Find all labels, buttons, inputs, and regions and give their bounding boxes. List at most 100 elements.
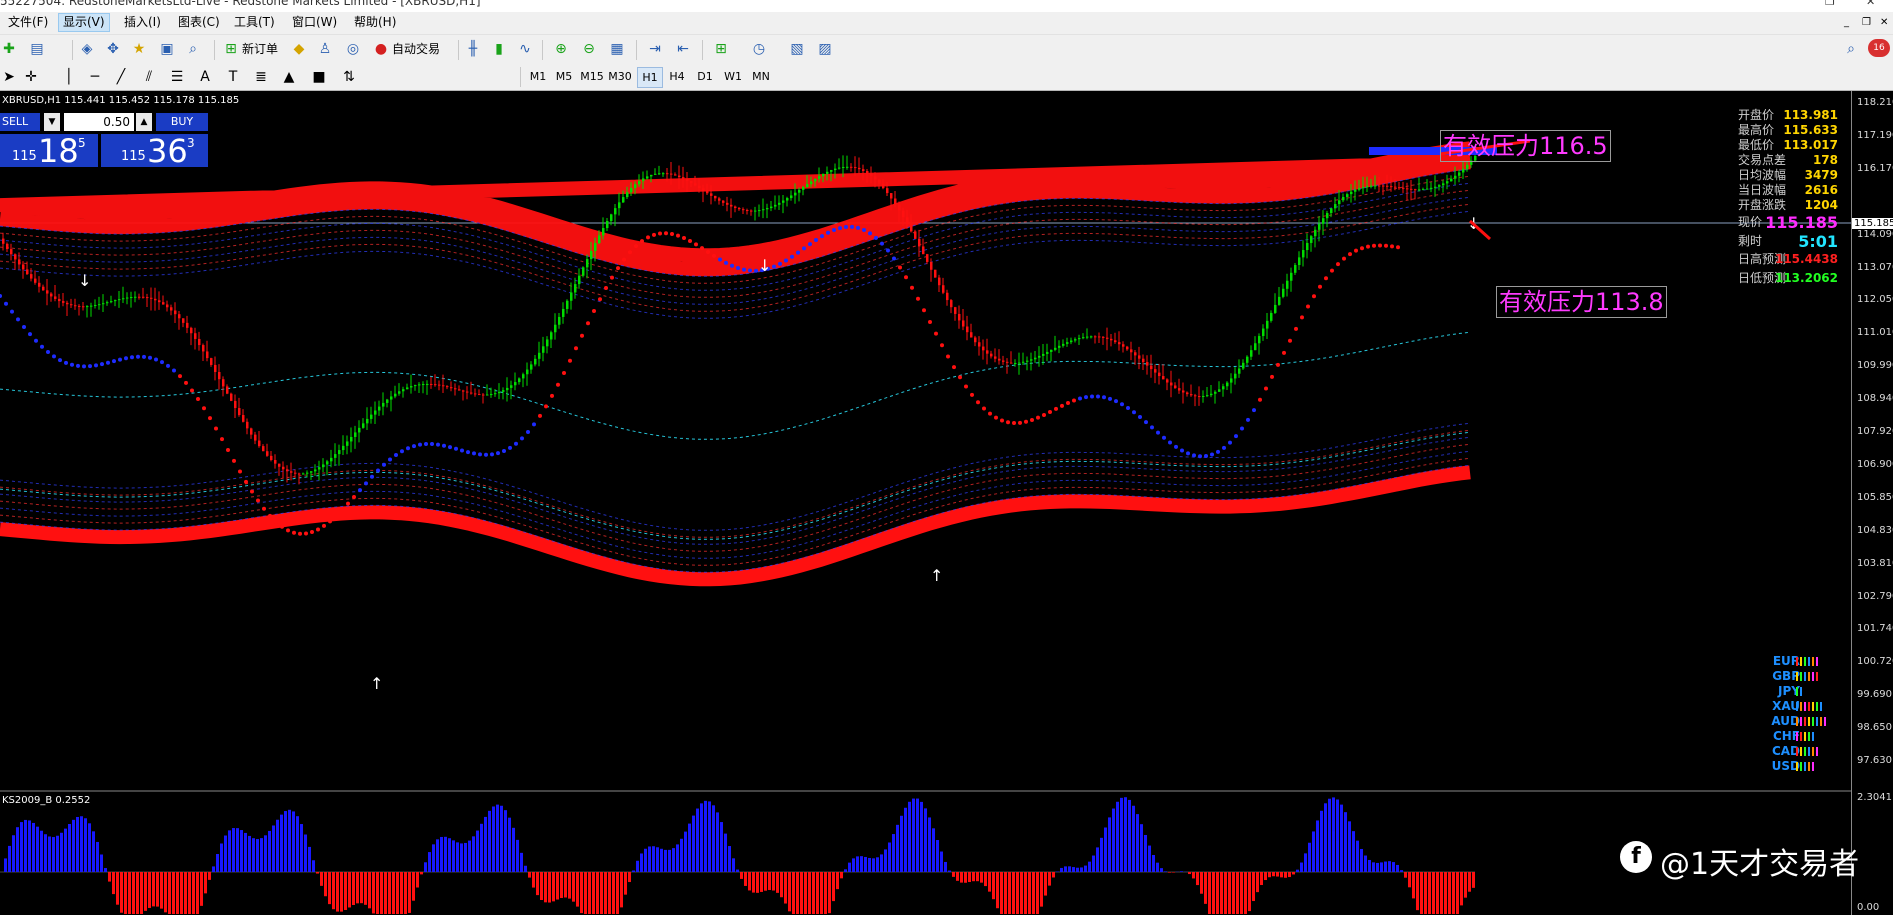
oscillator-bar-negative [984, 872, 987, 887]
templates-icon[interactable]: ▧ [788, 40, 806, 58]
line-chart-icon[interactable]: ∿ [516, 40, 534, 58]
zoom-in-icon[interactable]: ⊕ [552, 40, 570, 58]
buy-price-box[interactable]: 115 36 3 [101, 132, 208, 170]
zoom-out-icon[interactable]: ⊖ [580, 40, 598, 58]
fibonacci-icon[interactable]: ☰ [168, 68, 186, 86]
oscillator-bar-positive [948, 870, 951, 872]
lot-spinner-icon[interactable]: ▲ [136, 113, 152, 131]
triangle-icon[interactable]: ▲ [280, 68, 298, 86]
new-order-button[interactable]: 新订单 [242, 40, 278, 58]
autoscroll-icon[interactable]: ⇥ [646, 40, 664, 58]
timeframe-m5[interactable]: M5 [552, 67, 576, 86]
oscillator-bar-positive [500, 805, 503, 872]
chart-canvas[interactable]: ↓↑↓↑↓ [0, 91, 1851, 915]
trend-dot [586, 321, 590, 326]
tile-windows-icon[interactable]: ▦ [608, 40, 626, 58]
candle-body [326, 461, 329, 465]
candle-body [1198, 396, 1201, 398]
currency-label: EUR [1772, 654, 1800, 668]
fibo-fan-icon[interactable]: ≣ [252, 68, 270, 86]
crosshair-icon[interactable]: ✛ [22, 68, 40, 86]
candle-body [1406, 188, 1409, 190]
timeframe-w1[interactable]: W1 [721, 67, 745, 86]
text-label-icon[interactable]: T [224, 68, 242, 86]
timeframe-d1[interactable]: D1 [693, 67, 717, 86]
text-icon[interactable]: A [196, 68, 214, 86]
signal-arrow-icon: ↑ [370, 674, 383, 693]
timeframe-mn[interactable]: MN [749, 67, 773, 86]
timeframe-m1[interactable]: M1 [526, 67, 550, 86]
oscillator-bar-positive [632, 870, 635, 872]
oscillator-bar-negative [836, 872, 839, 890]
minimize-child-icon[interactable]: _ [1844, 14, 1849, 32]
sell-button[interactable]: SELL [0, 113, 40, 131]
menu-file[interactable]: 文件(F) [4, 14, 52, 31]
close-window-icon[interactable]: ✕ [1866, 0, 1875, 8]
menu-charts[interactable]: 图表(C) [174, 14, 224, 31]
channel-icon[interactable]: ⫽ [140, 68, 158, 86]
timeframe-h1[interactable]: H1 [637, 67, 663, 88]
strategy-tester-icon[interactable]: ⌕ [184, 40, 202, 58]
oscillator-bar-positive [884, 849, 887, 872]
timeframe-m30[interactable]: M30 [608, 67, 632, 86]
terminal-icon[interactable]: ▣ [158, 40, 176, 58]
profiles-icon[interactable]: ▤ [28, 40, 46, 58]
sell-price-box[interactable]: 115 18 5 [0, 132, 98, 170]
close-child-icon[interactable]: ✕ [1880, 14, 1888, 32]
candle-body [1334, 204, 1337, 209]
lot-size-input[interactable]: 0.50 [64, 113, 134, 131]
candle-body [914, 231, 917, 239]
oscillator-bar-positive [1376, 862, 1379, 872]
oscillator-bar-positive [676, 844, 679, 872]
metaeditor-icon[interactable]: ◆ [290, 40, 308, 58]
trend-dot [964, 384, 968, 389]
buy-button[interactable]: BUY [156, 113, 208, 131]
periods-icon[interactable]: ◷ [750, 40, 768, 58]
strength-bar [1812, 672, 1814, 681]
cursor-icon[interactable]: ➤ [0, 68, 18, 86]
menu-insert[interactable]: 插入(I) [120, 14, 165, 31]
experts-icon[interactable]: ♙ [316, 40, 334, 58]
search-icon[interactable]: ⌕ [1842, 40, 1860, 58]
notification-badge[interactable]: 16 [1868, 39, 1890, 57]
chart-shift-icon[interactable]: ⇤ [674, 40, 692, 58]
data-window-icon[interactable]: ✥ [104, 40, 122, 58]
toolbar-separator [72, 40, 73, 60]
rectangle-icon[interactable]: ■ [310, 68, 328, 86]
autotrade-icon[interactable]: ● [372, 40, 390, 58]
candlestick-icon[interactable]: ▮ [490, 40, 508, 58]
vertical-line-icon[interactable]: │ [60, 68, 78, 86]
navigator-icon[interactable]: ★ [130, 40, 148, 58]
trend-dot [700, 246, 704, 251]
market-watch-icon[interactable]: ◈ [78, 40, 96, 58]
price-chart[interactable]: ↓↑↓↑↓ 118.210117.190116.170115.185114.09… [0, 91, 1893, 915]
autotrade-button[interactable]: 自动交易 [392, 40, 440, 58]
indicators-icon[interactable]: ⊞ [712, 40, 730, 58]
horizontal-line-icon[interactable]: ─ [86, 68, 104, 86]
menu-tools[interactable]: 工具(T) [230, 14, 279, 31]
oscillator-bar-negative [756, 872, 759, 893]
candle-body [430, 383, 433, 385]
bar-chart-icon[interactable]: ╫ [464, 40, 482, 58]
oscillator-bar-negative [1232, 872, 1235, 914]
trend-dot [142, 354, 146, 359]
currency-label: USD [1771, 759, 1800, 773]
lot-dropdown-icon[interactable]: ▼ [44, 113, 60, 131]
oscillator-bar-positive [724, 833, 727, 872]
menu-view[interactable]: 显示(V) [58, 13, 110, 32]
menu-window[interactable]: 窗口(W) [288, 14, 341, 31]
signals-icon[interactable]: ◎ [344, 40, 362, 58]
menu-help[interactable]: 帮助(H) [350, 14, 400, 31]
signal-arrow-icon: ↓ [758, 256, 771, 275]
timeframe-m15[interactable]: M15 [580, 67, 604, 86]
candle-body [814, 178, 817, 182]
timeframe-h4[interactable]: H4 [665, 67, 689, 86]
arrows-icon[interactable]: ⇅ [340, 68, 358, 86]
restore-window-icon[interactable]: ❐ [1825, 0, 1835, 8]
trendline-icon[interactable]: ╱ [112, 68, 130, 86]
new-chart-icon[interactable]: ✚ [0, 40, 18, 58]
oscillator-bar-negative [1020, 872, 1023, 914]
new-order-icon[interactable]: ⊞ [222, 40, 240, 58]
restore-child-icon[interactable]: ❐ [1862, 14, 1871, 32]
chart-properties-icon[interactable]: ▨ [816, 40, 834, 58]
